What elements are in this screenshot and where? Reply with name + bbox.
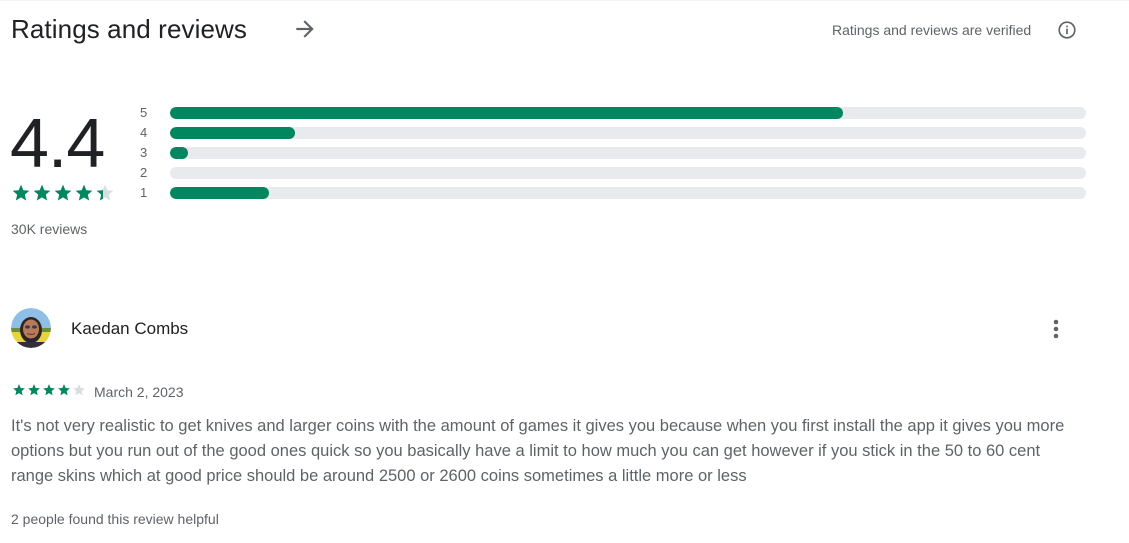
average-star-rating (11, 183, 115, 203)
star-icon (13, 384, 25, 396)
top-divider (0, 0, 1129, 1)
ratings-header: Ratings and reviews Ratings and reviews … (11, 12, 1111, 48)
histogram-track (170, 147, 1086, 159)
histogram-label: 4 (140, 125, 148, 140)
histogram-row-5: 5 (140, 104, 1090, 124)
review-count: 30K reviews (11, 221, 88, 237)
info-icon[interactable] (1056, 19, 1078, 41)
review-star-rating (12, 383, 86, 397)
average-rating: 4.4 (10, 104, 105, 182)
histogram-label: 2 (140, 165, 148, 180)
star-icon (96, 184, 114, 201)
histogram-row-3: 3 (140, 144, 1090, 164)
histogram-row-1: 1 (140, 184, 1090, 204)
star-icon (75, 184, 93, 201)
histogram-label: 5 (140, 105, 148, 120)
star-icon (43, 384, 55, 396)
star-icon (58, 384, 70, 396)
verified-label: Ratings and reviews are verified (832, 22, 1032, 38)
histogram-bar-fill (170, 187, 269, 199)
star-icon (73, 384, 85, 396)
ratings-page: Ratings and reviews Ratings and reviews … (0, 0, 1129, 543)
histogram-track (170, 107, 1086, 119)
helpful-count: 2 people found this review helpful (11, 511, 219, 527)
histogram-bar-fill (170, 147, 189, 159)
more-vert-icon[interactable] (1041, 314, 1071, 344)
section-title: Ratings and reviews (11, 14, 248, 44)
histogram-bar-fill (170, 127, 296, 139)
histogram-track (170, 167, 1086, 179)
histogram-row-4: 4 (140, 124, 1090, 144)
star-icon (28, 384, 40, 396)
star-icon (33, 184, 51, 201)
histogram-track (170, 127, 1086, 139)
review-text: It's not very realistic to get knives an… (11, 417, 1065, 485)
reviewer-name[interactable]: Kaedan Combs (71, 318, 188, 340)
review-date: March 2, 2023 (94, 384, 184, 400)
histogram-track (170, 187, 1086, 199)
star-icon (12, 184, 30, 201)
arrow-right-icon[interactable] (292, 16, 318, 42)
histogram-label: 1 (140, 185, 148, 200)
rating-histogram: 5 4 3 2 1 (140, 104, 1090, 204)
histogram-label: 3 (140, 145, 148, 160)
user-avatar (11, 308, 51, 348)
star-icon (54, 184, 72, 201)
histogram-bar-fill (170, 107, 844, 119)
histogram-row-2: 2 (140, 164, 1090, 184)
